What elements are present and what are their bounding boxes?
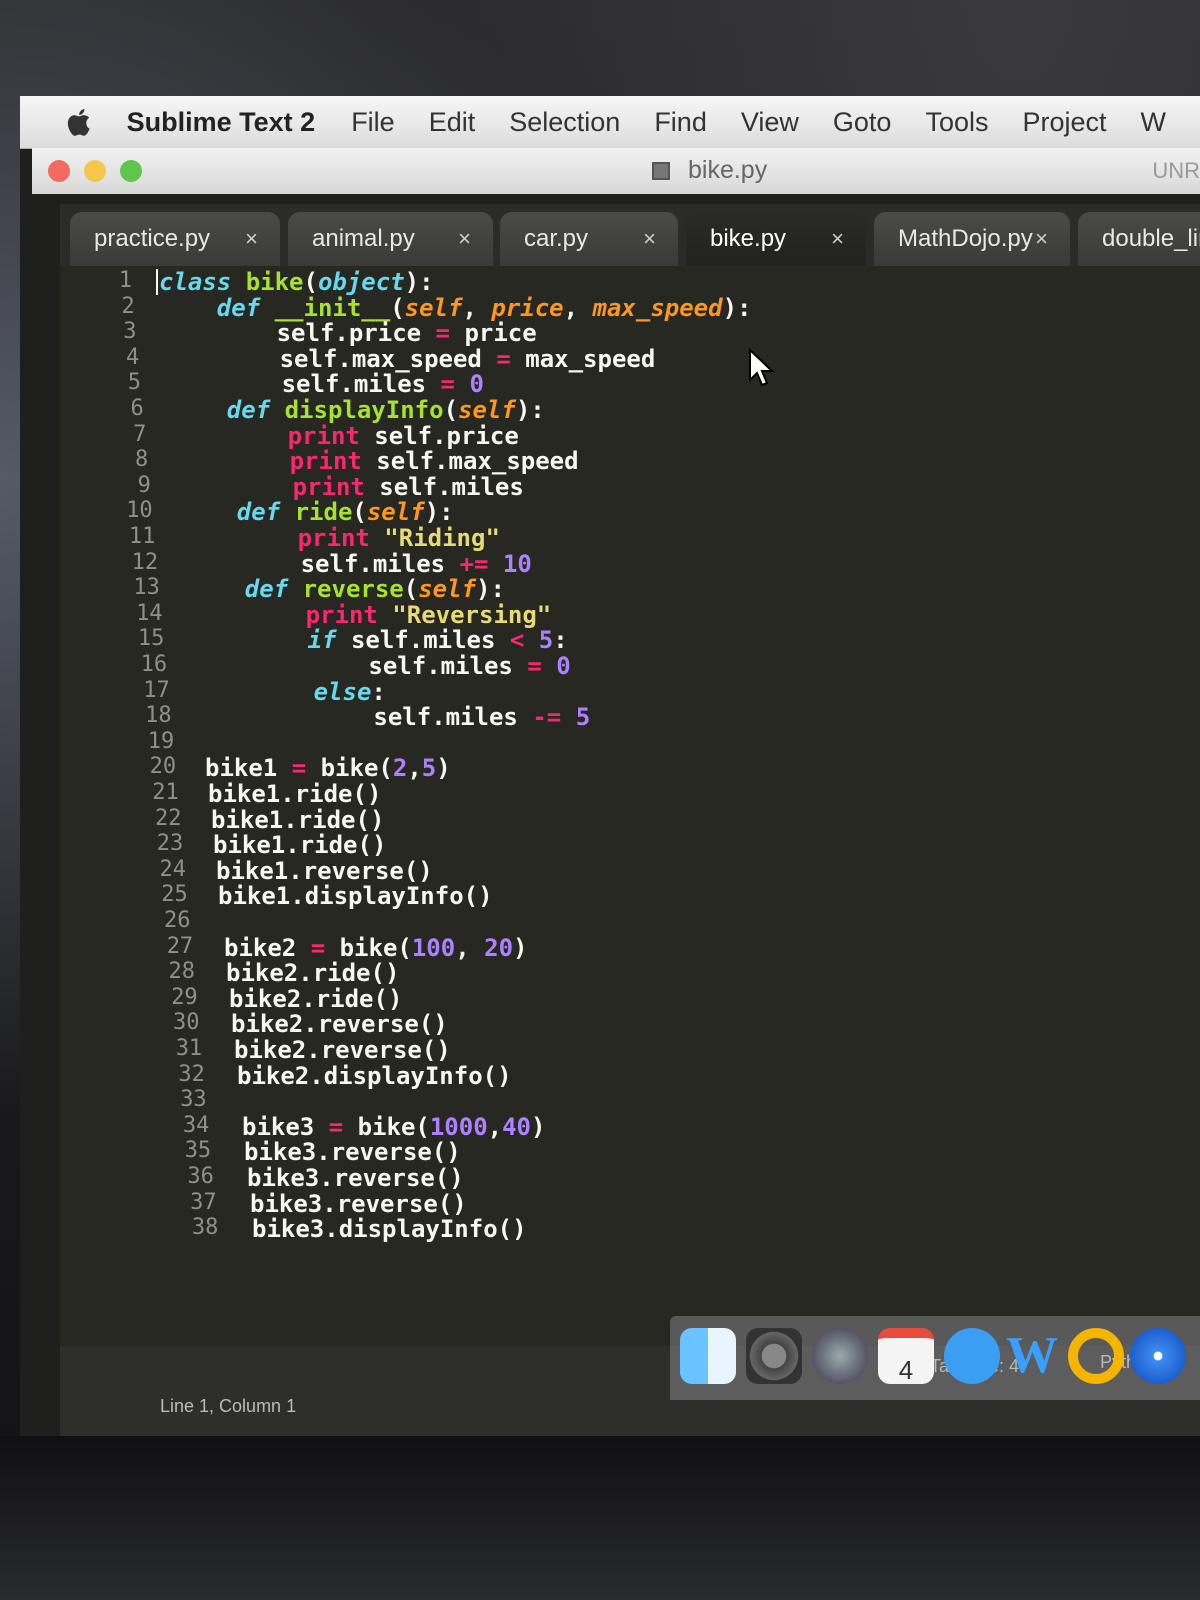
calendar-icon[interactable]: 4 [878, 1328, 934, 1385]
code-line[interactable]: bike3.reverse() [247, 1164, 464, 1192]
code-line[interactable]: bike3.displayInfo() [252, 1215, 527, 1243]
close-tab-icon[interactable]: × [643, 226, 656, 252]
tab-practice-py[interactable]: practice.py × [70, 212, 280, 266]
code-line[interactable]: self.miles = 0 [166, 370, 484, 398]
tab-label: bike.py [710, 225, 787, 252]
menu-find[interactable]: Find [654, 107, 707, 138]
mouse-pointer-icon [749, 348, 774, 387]
code-line[interactable]: else: [198, 678, 386, 706]
tab-car-py[interactable]: car.py × [500, 212, 678, 266]
code-line[interactable]: self.price = price [161, 319, 537, 347]
safari-icon[interactable] [1130, 1328, 1186, 1384]
code-line[interactable]: bike2.displayInfo() [237, 1062, 512, 1090]
tab-mathdojo-py[interactable]: MathDojo.py × [874, 212, 1070, 266]
tab-animal-py[interactable]: animal.py × [288, 212, 493, 266]
close-tab-icon[interactable]: × [245, 226, 258, 252]
system-preferences-icon[interactable] [746, 1328, 802, 1384]
code-line[interactable]: bike1.ride() [208, 780, 381, 808]
menu-tools[interactable]: Tools [925, 107, 988, 138]
window-title-text: bike.py [688, 156, 768, 184]
code-line[interactable]: print self.price [172, 422, 519, 450]
code-area[interactable]: class bike(object): def __init__(self, p… [60, 266, 1200, 1346]
outlook-icon[interactable] [1068, 1328, 1124, 1384]
finder-icon[interactable] [680, 1328, 736, 1384]
tab-double-lin[interactable]: double_lin [1078, 212, 1200, 266]
code-line[interactable]: def __init__(self, price, max_speed): [159, 294, 752, 322]
code-line[interactable]: self.max_speed = max_speed [164, 345, 656, 373]
menu-view[interactable]: View [741, 107, 799, 138]
dock: 4 W [670, 1316, 1200, 1400]
code-line[interactable]: def ride(self): [179, 498, 454, 526]
tab-label: car.py [524, 225, 589, 252]
menu-edit[interactable]: Edit [429, 107, 476, 138]
code-editor[interactable]: 1 2 3 4 5 6 7 8 9 10 11 12 13 14 15 16 17 18 19 20 21 22 23 24 2… [60, 266, 1200, 1346]
code-line[interactable]: print "Riding" [182, 524, 500, 552]
code-line[interactable]: self.miles += 10 [185, 550, 532, 578]
code-line[interactable]: bike2.ride() [226, 959, 399, 987]
code-line[interactable]: class bike(object): [156, 268, 434, 296]
code-line[interactable]: bike2 = bike(100, 20) [224, 934, 527, 962]
code-line[interactable]: bike2.reverse() [234, 1036, 451, 1064]
tab-label: double_lin [1102, 225, 1200, 252]
tab-bike-py[interactable]: bike.py × [686, 212, 866, 266]
text-cursor [156, 269, 158, 295]
close-tab-icon[interactable]: × [458, 226, 471, 252]
code-line[interactable]: bike3.reverse() [244, 1138, 461, 1166]
code-line[interactable]: def displayInfo(self): [169, 396, 545, 424]
code-line[interactable]: bike1 = bike(2,5) [205, 754, 451, 782]
code-line[interactable]: bike2.ride() [229, 985, 402, 1013]
laptop-screen: Sublime Text 2 File Edit Selection Find … [20, 96, 1200, 1436]
launchpad-icon[interactable] [812, 1328, 868, 1384]
app-name-menu[interactable]: Sublime Text 2 [127, 107, 316, 138]
code-line[interactable]: bike1.displayInfo() [218, 882, 493, 910]
tab-label: practice.py [94, 225, 211, 252]
tab-strip: practice.py × animal.py × car.py × bike.… [60, 204, 1200, 266]
code-line[interactable]: bike2.reverse() [231, 1010, 448, 1038]
menu-project[interactable]: Project [1022, 107, 1106, 138]
calendar-day: 4 [898, 1355, 914, 1385]
code-line[interactable]: print self.max_speed [174, 447, 579, 475]
close-tab-icon[interactable]: × [1035, 226, 1048, 252]
code-line[interactable]: def reverse(self): [187, 575, 505, 603]
window-title: bike.py [652, 156, 767, 185]
close-tab-icon[interactable]: × [831, 226, 844, 252]
menu-goto[interactable]: Goto [833, 107, 892, 138]
menu-selection[interactable]: Selection [509, 107, 620, 138]
laptop-bezel [0, 1436, 1200, 1600]
code-line[interactable]: bike3.reverse() [250, 1190, 467, 1218]
minimize-window-button[interactable] [84, 160, 106, 182]
apple-logo-icon[interactable] [64, 105, 97, 139]
messages-icon[interactable] [944, 1328, 1000, 1384]
code-line[interactable]: bike1.ride() [211, 806, 384, 834]
window-title-bar: bike.py UNR [32, 148, 1200, 194]
code-line[interactable]: bike3 = bike(1000,40) [242, 1113, 545, 1141]
tab-label: MathDojo.py [898, 225, 1033, 252]
code-line[interactable]: self.miles -= 5 [200, 703, 590, 731]
zoom-window-button[interactable] [120, 160, 142, 182]
document-icon [652, 161, 670, 180]
code-line[interactable]: bike1.reverse() [216, 857, 433, 885]
code-line[interactable]: self.miles = 0 [195, 652, 570, 680]
tab-label: animal.py [312, 225, 415, 252]
window-title-right-label: UNR [1152, 158, 1200, 183]
word-icon[interactable]: W [1004, 1328, 1060, 1384]
code-line[interactable]: bike1.ride() [213, 831, 386, 859]
code-line[interactable]: print "Reversing" [190, 601, 552, 629]
menu-window[interactable]: W [1141, 107, 1166, 138]
cursor-position: Line 1, Column 1 [160, 1396, 297, 1416]
code-line[interactable]: print self.miles [177, 473, 524, 501]
code-line[interactable]: if self.miles < 5: [192, 626, 568, 654]
close-window-button[interactable] [48, 160, 70, 182]
menu-file[interactable]: File [351, 107, 395, 138]
menu-bar: Sublime Text 2 File Edit Selection Find … [20, 96, 1200, 148]
